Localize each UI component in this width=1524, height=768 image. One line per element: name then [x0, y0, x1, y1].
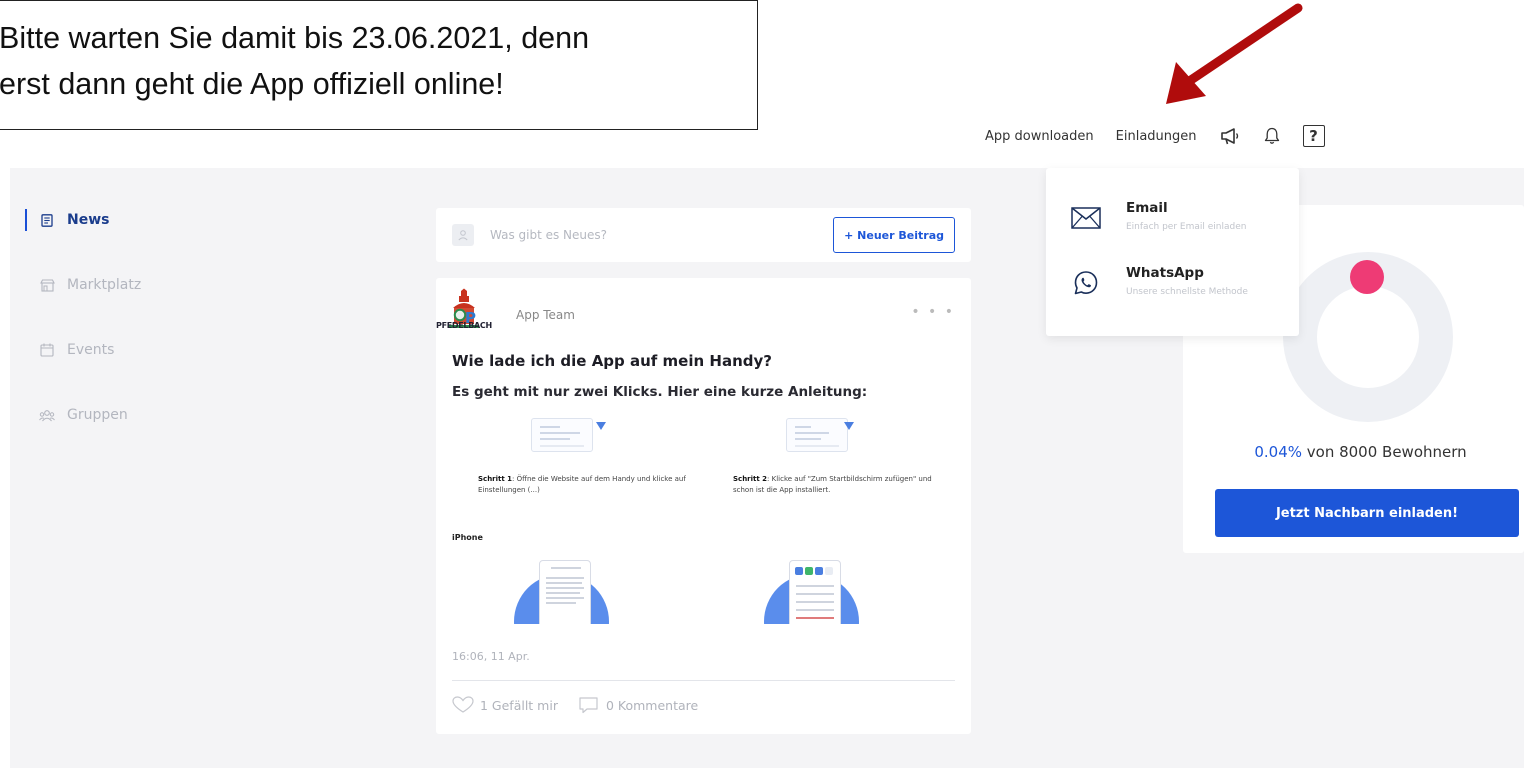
post-title: Wie lade ich die App auf mein Handy?	[452, 352, 772, 370]
annotation-text: Bitte warten Sie damit bis 23.06.2021, d…	[0, 15, 589, 107]
comment-count: 0 Kommentare	[605, 697, 699, 713]
calendar-icon	[39, 342, 55, 358]
sidebar-item-news[interactable]: News	[25, 205, 225, 235]
help-symbol: ?	[1302, 125, 1325, 147]
annotation-line-2: erst dann geht die App offiziell online!	[0, 67, 504, 101]
comment-button[interactable]: 0 Kommentare	[578, 696, 698, 714]
invite-neighbors-button[interactable]: Jetzt Nachbarn einladen!	[1215, 489, 1519, 537]
top-navigation: App downloaden Einladungen ?	[985, 118, 1345, 154]
bell-icon[interactable]	[1261, 125, 1283, 147]
invitations-link[interactable]: Einladungen	[1116, 129, 1197, 144]
percentage-suffix: von 8000 Bewohnern	[1302, 443, 1467, 461]
invite-email-title: Email	[1126, 200, 1168, 216]
invite-email-option[interactable]: Email Einfach per Email einladen	[1070, 200, 1246, 234]
composer-input[interactable]: Was gibt es Neues?	[490, 228, 833, 242]
sidebar-item-events[interactable]: Events	[25, 335, 225, 365]
step1-label: Schritt 1	[478, 475, 513, 483]
post-composer: Was gibt es Neues? + Neuer Beitrag	[436, 208, 971, 262]
sidebar-item-gruppen[interactable]: Gruppen	[25, 400, 225, 430]
step2-marker	[844, 422, 854, 430]
whatsapp-icon	[1070, 267, 1102, 299]
group-icon	[39, 407, 55, 423]
annotation-arrow-icon	[1166, 3, 1303, 104]
post-timestamp: 16:06, 11 Apr.	[452, 650, 530, 663]
more-options-icon[interactable]: • • •	[911, 304, 955, 320]
iphone-heading: iPhone	[452, 533, 483, 542]
like-count: 1 Gefällt mir	[480, 697, 558, 713]
invite-email-subtitle: Einfach per Email einladen	[1126, 222, 1247, 232]
sidebar-item-label: News	[67, 212, 110, 228]
sidebar-item-label: Gruppen	[67, 407, 128, 423]
post-subtitle: Es geht mit nur zwei Klicks. Hier eine k…	[452, 384, 868, 400]
sidebar-item-label: Events	[67, 342, 115, 358]
invite-whatsapp-option[interactable]: WhatsApp Unsere schnellste Methode	[1070, 265, 1248, 299]
step2-label: Schritt 2	[733, 475, 768, 483]
step2-text: Schritt 2: Klicke auf "Zum Startbildschi…	[733, 474, 953, 496]
post-author[interactable]: App Team	[516, 308, 575, 322]
progress-marker	[1350, 260, 1384, 294]
post-divider	[452, 680, 955, 681]
sidebar-item-label: Marktplatz	[67, 277, 142, 293]
new-post-button[interactable]: + Neuer Beitrag	[833, 217, 955, 253]
step1-marker	[596, 422, 606, 430]
heart-icon	[452, 696, 474, 713]
app-download-link[interactable]: App downloaden	[985, 129, 1094, 144]
annotation-line-1: Bitte warten Sie damit bis 23.06.2021, d…	[0, 21, 590, 55]
store-icon	[39, 277, 55, 293]
step1-text: Schritt 1: Öffne die Website auf dem Han…	[478, 474, 698, 496]
user-avatar-icon	[452, 224, 474, 246]
like-button[interactable]: 1 Gefällt mir	[452, 696, 558, 714]
megaphone-icon[interactable]	[1219, 125, 1241, 147]
step1-screenshot	[531, 418, 593, 452]
annotation-callout: Bitte warten Sie damit bis 23.06.2021, d…	[0, 0, 758, 130]
news-icon	[39, 212, 55, 228]
iphone-step1-illustration	[504, 558, 624, 624]
resident-percentage: 0.04% von 8000 Bewohnern	[1183, 443, 1524, 461]
invite-whatsapp-subtitle: Unsere schnellste Methode	[1126, 287, 1248, 297]
news-post: P PFEDELBACH App Team • • • Wie lade ich…	[436, 278, 971, 734]
step2-screenshot	[786, 418, 848, 452]
invitations-dropdown: Email Einfach per Email einladen WhatsAp…	[1046, 168, 1299, 336]
post-actions: 1 Gefällt mir 0 Kommentare	[452, 696, 718, 714]
iphone-step2-illustration	[754, 558, 874, 624]
sidebar: News Marktplatz Events Gruppen	[25, 205, 225, 465]
logo-caption: PFEDELBACH	[436, 321, 492, 330]
comment-icon	[579, 697, 598, 714]
sidebar-item-marktplatz[interactable]: Marktplatz	[25, 270, 225, 300]
help-icon[interactable]: ?	[1302, 125, 1325, 147]
percentage-value: 0.04%	[1254, 443, 1302, 461]
mail-icon	[1070, 202, 1102, 234]
invite-whatsapp-title: WhatsApp	[1126, 265, 1204, 281]
